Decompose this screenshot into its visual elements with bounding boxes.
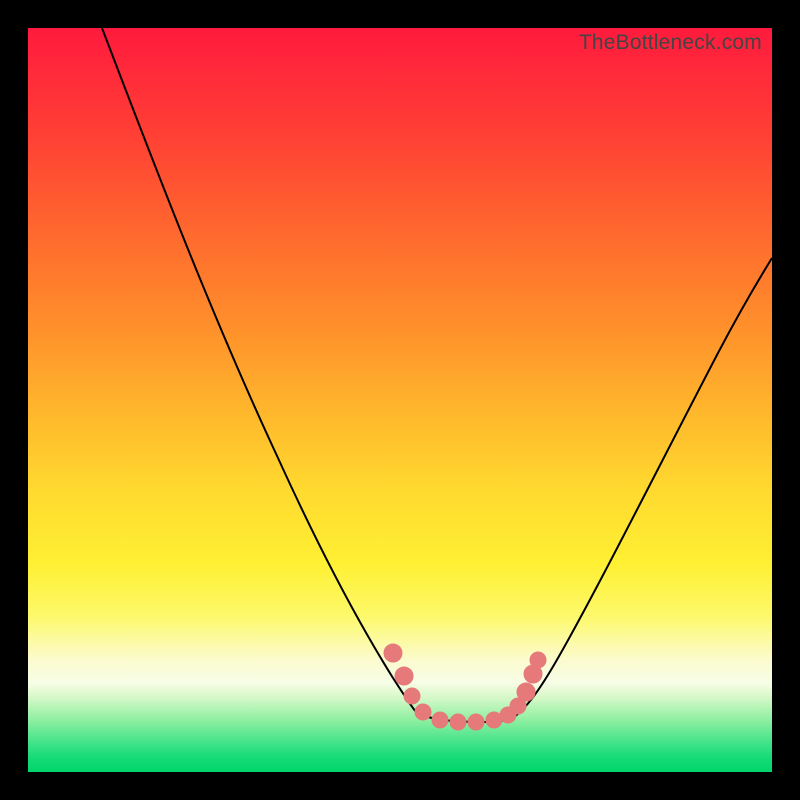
marker-dot (404, 688, 420, 704)
curve-right-branch (513, 258, 772, 718)
marker-dot (450, 714, 466, 730)
markers-group (384, 644, 546, 730)
marker-dot (517, 683, 535, 701)
chart-svg (28, 28, 772, 772)
marker-dot (468, 714, 484, 730)
marker-dot (530, 652, 546, 668)
curve-left-branch (102, 28, 416, 712)
marker-dot (395, 667, 413, 685)
marker-dot (384, 644, 402, 662)
marker-dot (432, 712, 448, 728)
marker-dot (415, 704, 431, 720)
plot-area: TheBottleneck.com (28, 28, 772, 772)
chart-frame: TheBottleneck.com (0, 0, 800, 800)
